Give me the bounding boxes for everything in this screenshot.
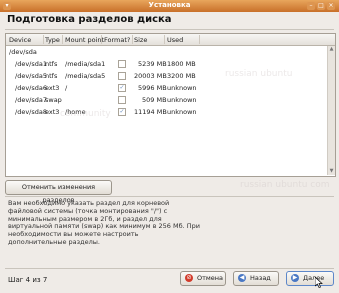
page-title: Подготовка разделов диска (7, 14, 172, 25)
cell-device: /dev/sda7 (15, 96, 47, 104)
table-row[interactable]: /dev/sda7 swap 509 MB unknown (6, 94, 327, 106)
section-divider (5, 196, 334, 197)
watermark: russian ubuntu com (240, 180, 330, 190)
cell-mount: / (65, 84, 68, 92)
cell-used: 3200 MB (167, 72, 196, 80)
format-checkbox[interactable]: ✓ (118, 108, 126, 116)
column-format[interactable]: Format? (104, 36, 130, 44)
step-indicator: Шаг 4 из 7 (8, 276, 48, 284)
table-row-disk[interactable]: /dev/sda (6, 46, 327, 58)
info-text: Вам необходимо указать раздел для корнев… (8, 199, 226, 246)
format-checkbox[interactable] (118, 96, 126, 104)
undo-partition-changes-button[interactable]: Отменить изменения разделов (5, 180, 112, 204)
column-mount-point[interactable]: Mount point (65, 36, 104, 44)
header-divider (5, 29, 334, 30)
cell-size: 20003 MB (134, 72, 167, 80)
scroll-up-icon[interactable]: ▲ (328, 46, 335, 53)
cell-used: unknown (167, 108, 197, 116)
table-header: Device Type Mount point Format? Size Use… (6, 34, 335, 46)
cell-size: 5239 MB (138, 60, 167, 68)
forward-button[interactable]: ▶ Далее (286, 271, 334, 286)
minimize-icon[interactable]: – (307, 2, 315, 10)
back-button[interactable]: ◀ Назад (233, 271, 279, 286)
partition-table[interactable]: Device Type Mount point Format? Size Use… (5, 33, 336, 177)
cancel-label: Отмена (197, 274, 224, 282)
column-type[interactable]: Type (45, 36, 60, 44)
back-label: Назад (250, 274, 271, 282)
disk-name: /dev/sda (9, 48, 37, 56)
cell-type: ext3 (45, 84, 60, 92)
mouse-cursor-icon (315, 277, 323, 288)
close-icon[interactable]: × (327, 2, 335, 10)
cell-size: 5996 MB (138, 84, 167, 92)
arrow-left-icon: ◀ (238, 274, 246, 282)
column-divider (164, 35, 165, 44)
cell-device: /dev/sda5 (15, 72, 47, 80)
cell-type: ext3 (45, 108, 60, 116)
cell-device: /dev/sda8 (15, 108, 47, 116)
cell-used: 1800 MB (167, 60, 196, 68)
column-divider (43, 35, 44, 44)
cell-type: ntfs (45, 72, 58, 80)
scroll-down-icon[interactable]: ▼ (328, 168, 335, 175)
column-device[interactable]: Device (9, 36, 31, 44)
watermark: russian ubuntu (225, 69, 293, 79)
watermark: community (60, 109, 111, 119)
format-checkbox[interactable] (118, 60, 126, 68)
column-size[interactable]: Size (134, 36, 147, 44)
cell-mount: /media/sda5 (65, 72, 106, 80)
vertical-scrollbar[interactable]: ▲ ▼ (327, 46, 335, 175)
arrow-right-icon: ▶ (291, 274, 299, 282)
cell-device: /dev/sda1 (15, 60, 47, 68)
cell-type: swap (45, 96, 62, 104)
cell-used: unknown (167, 84, 197, 92)
maximize-icon[interactable]: □ (317, 2, 325, 10)
cell-type: ntfs (45, 60, 58, 68)
table-row[interactable]: /dev/sda6 ext3 / ✓ 5996 MB unknown (6, 82, 327, 94)
window-title: Установка (148, 1, 191, 9)
info-line: дополнительные разделы. (8, 237, 100, 246)
table-row[interactable]: /dev/sda8 ext3 /home ✓ 11194 MB unknown (6, 106, 327, 118)
cell-size: 11194 MB (134, 108, 167, 116)
cancel-icon: ⊘ (185, 274, 193, 282)
column-divider (62, 35, 63, 44)
format-checkbox[interactable]: ✓ (118, 84, 126, 92)
column-divider (132, 35, 133, 44)
cancel-button[interactable]: ⊘ Отмена (180, 271, 226, 286)
installer-window: ▾ Установка – □ × Подготовка разделов ди… (0, 0, 339, 293)
title-bar[interactable]: ▾ Установка – □ × (0, 0, 339, 12)
cell-mount: /media/sda1 (65, 60, 106, 68)
footer-divider (5, 268, 334, 269)
column-divider (199, 35, 200, 44)
cell-device: /dev/sda6 (15, 84, 47, 92)
format-checkbox[interactable] (118, 72, 126, 80)
column-used[interactable]: Used (167, 36, 183, 44)
cell-used: unknown (167, 96, 197, 104)
cell-size: 509 MB (142, 96, 167, 104)
column-divider (101, 35, 102, 44)
